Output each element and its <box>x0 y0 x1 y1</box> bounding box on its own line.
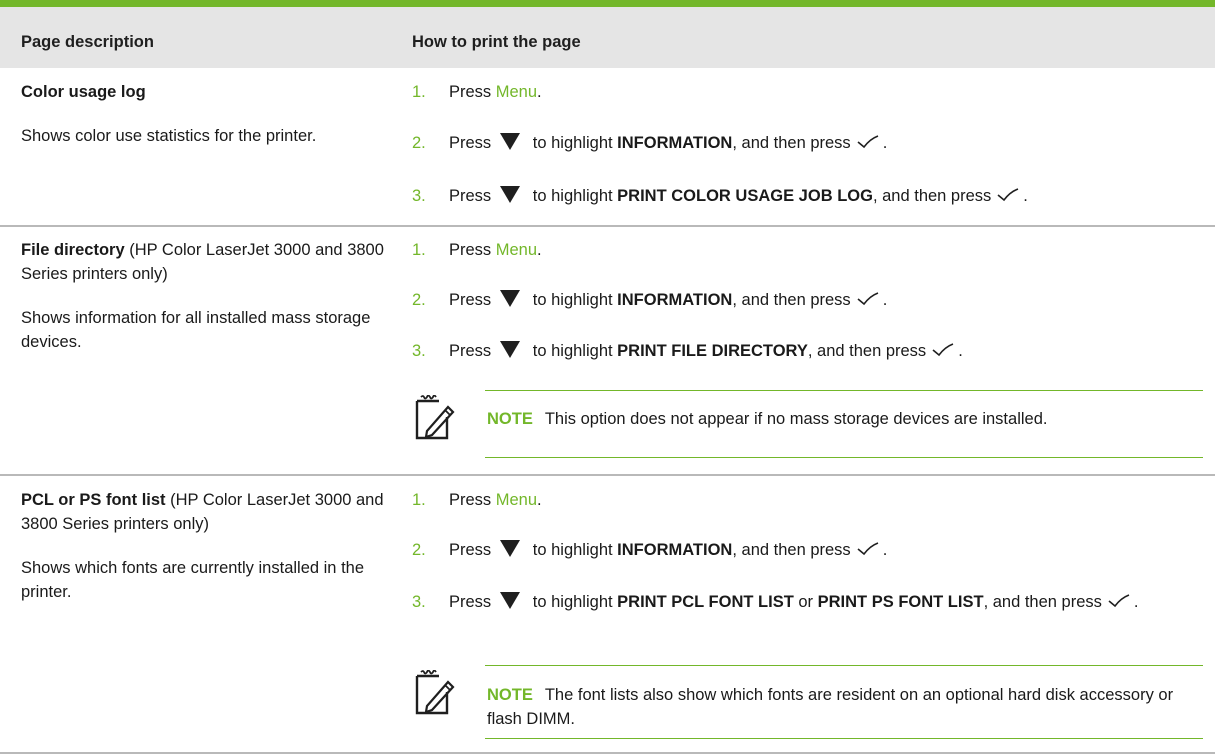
note-text: The font lists also show which fonts are… <box>487 686 1174 728</box>
checkmark-icon <box>932 343 954 357</box>
step-3: 3. Press to highlight PRINT FILE DIRECTOR… <box>412 341 963 360</box>
down-arrow-icon <box>500 540 521 557</box>
row-title: Color usage log <box>21 83 146 101</box>
note-bottom-rule <box>485 457 1203 458</box>
note-pencil-icon <box>415 670 455 715</box>
down-arrow-icon <box>500 341 521 358</box>
note-bottom-rule <box>485 738 1203 739</box>
row-color-usage-log-description: Color usage log Shows color use statisti… <box>21 80 391 168</box>
checkmark-icon <box>857 292 878 306</box>
step-1: 1. Press Menu. <box>412 491 542 509</box>
step-1: 1. Press Menu. <box>412 83 542 101</box>
menu-button-label[interactable]: Menu <box>496 241 537 259</box>
down-arrow-icon <box>500 133 521 150</box>
menu-button-label[interactable]: Menu <box>496 83 537 101</box>
step-2: 2. Press to highlight INFORMATION, and th… <box>412 290 888 309</box>
note-box: NOTE This option does not appear if no ma… <box>487 407 1207 431</box>
row-divider <box>0 474 1215 476</box>
table-header: Page description How to print the page <box>0 7 1215 68</box>
menu-button-label[interactable]: Menu <box>496 491 537 509</box>
row-divider <box>0 225 1215 227</box>
down-arrow-icon <box>500 186 521 203</box>
row-file-directory-description: File directory (HP Color LaserJet 3000 a… <box>21 238 391 374</box>
note-top-rule <box>485 390 1203 391</box>
note-label: NOTE <box>487 410 533 428</box>
step-1: 1. Press Menu. <box>412 241 542 259</box>
step-2: 2. Press to highlight INFORMATION, and th… <box>412 540 888 559</box>
down-arrow-icon <box>500 592 521 609</box>
checkmark-icon <box>857 135 878 149</box>
row-description: Shows color use statistics for the print… <box>21 127 317 145</box>
checkmark-icon <box>997 188 1019 202</box>
checkmark-icon <box>857 542 878 556</box>
row-description: Shows which fonts are currently installe… <box>21 559 365 601</box>
step-3: 3. Press to highlight PRINT COLOR USAGE J… <box>412 186 1028 205</box>
row-title: File directory <box>21 241 125 259</box>
down-arrow-icon <box>500 290 521 307</box>
row-title: PCL or PS font list <box>21 491 166 509</box>
note-pencil-icon <box>415 395 455 440</box>
note-top-rule <box>485 665 1203 666</box>
header-how-to-print: How to print the page <box>412 33 581 51</box>
row-description: Shows information for all installed mass… <box>21 309 371 351</box>
top-accent-rule <box>0 0 1215 7</box>
header-page-description: Page description <box>21 33 154 51</box>
step-3: 3. Press to highlight PRINT PCL FONT LIST… <box>412 592 1139 611</box>
note-text: This option does not appear if no mass s… <box>544 410 1048 428</box>
note-label: NOTE <box>487 686 533 704</box>
step-2: 2. Press to highlight INFORMATION, and th… <box>412 133 888 152</box>
row-font-list-description: PCL or PS font list (HP Color LaserJet 3… <box>21 488 391 624</box>
note-box: NOTE The font lists also show which fonts… <box>487 683 1207 731</box>
row-divider <box>0 752 1215 754</box>
checkmark-icon <box>1108 594 1130 608</box>
